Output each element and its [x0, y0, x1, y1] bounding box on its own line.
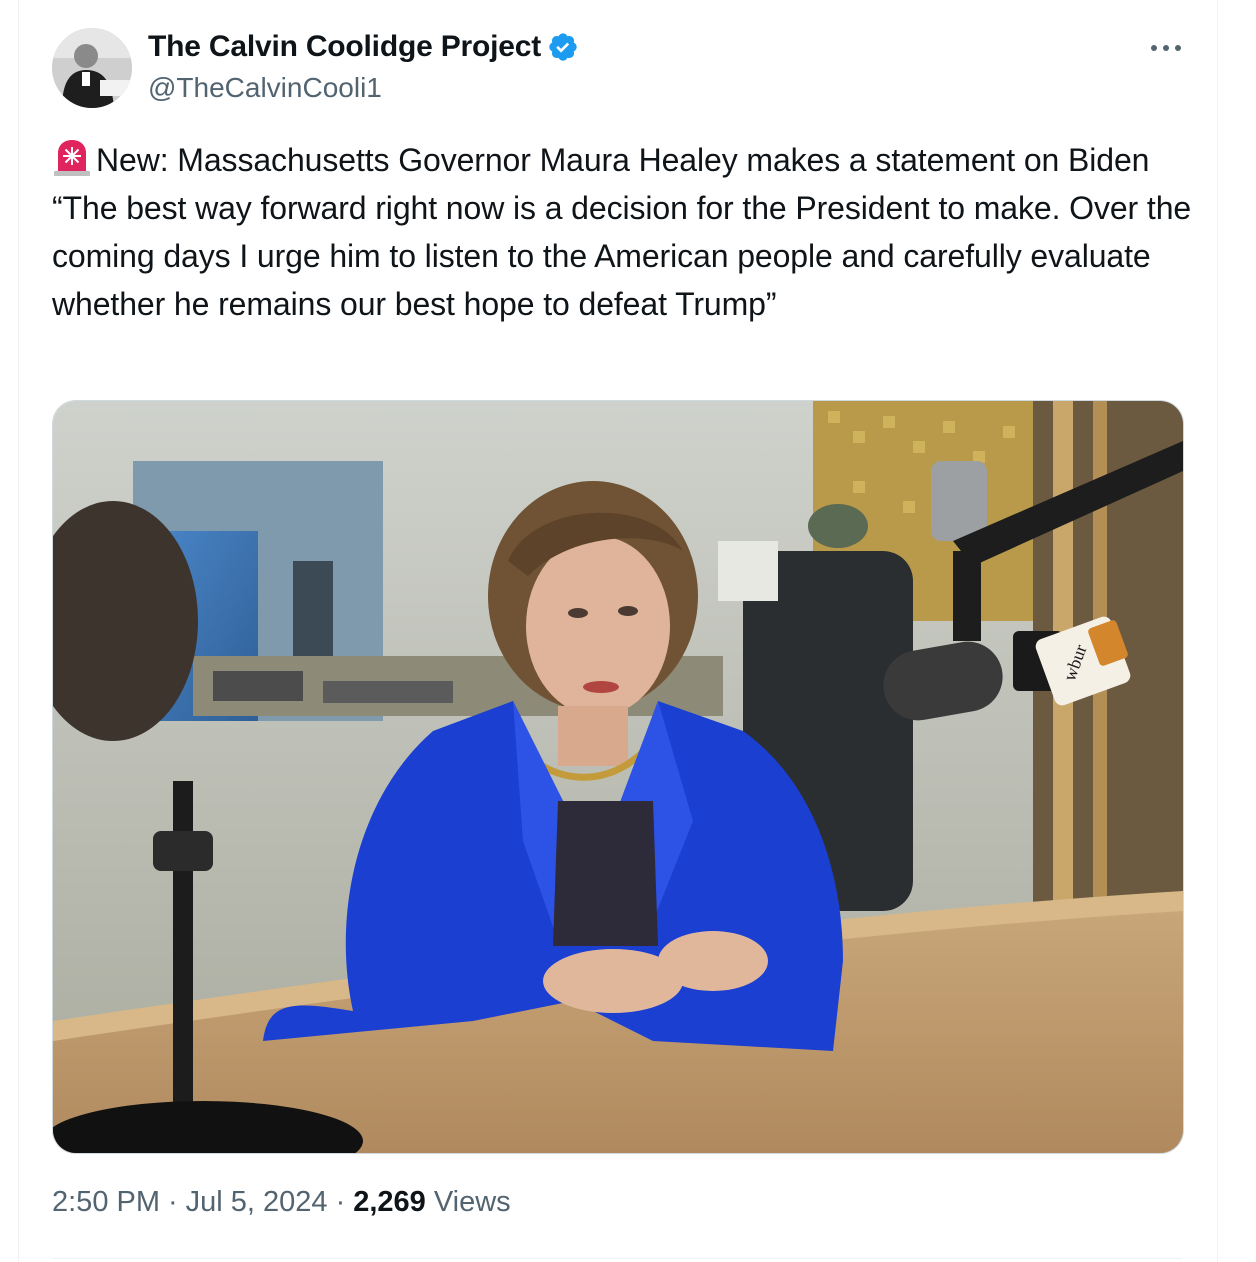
author-handle[interactable]: @TheCalvinCooli1 [148, 72, 382, 104]
verified-badge-icon [547, 31, 579, 63]
tweet-photo[interactable]: wbur [52, 400, 1184, 1154]
avatar[interactable] [52, 28, 132, 108]
tweet-time[interactable]: 2:50 PM [52, 1186, 160, 1219]
tweet-date[interactable]: Jul 5, 2024 [186, 1186, 328, 1219]
views-count[interactable]: 2,269 [353, 1186, 426, 1219]
siren-icon [52, 137, 92, 177]
tweet-meta: 2:50 PM · Jul 5, 2024 · 2,269 Views [52, 1186, 511, 1219]
tweet-text: New: Massachusetts Governor Maura Healey… [52, 136, 1192, 328]
author-display-name[interactable]: The Calvin Coolidge Project [148, 30, 541, 64]
views-label[interactable]: Views [434, 1186, 511, 1219]
meta-separator: · [168, 1186, 178, 1218]
tweet-body: New: Massachusetts Governor Maura Healey… [52, 142, 1200, 322]
meta-separator: · [335, 1186, 346, 1218]
author-name-row[interactable]: The Calvin Coolidge Project [148, 30, 579, 64]
divider [52, 1258, 1182, 1259]
more-options-icon[interactable] [1146, 34, 1186, 62]
